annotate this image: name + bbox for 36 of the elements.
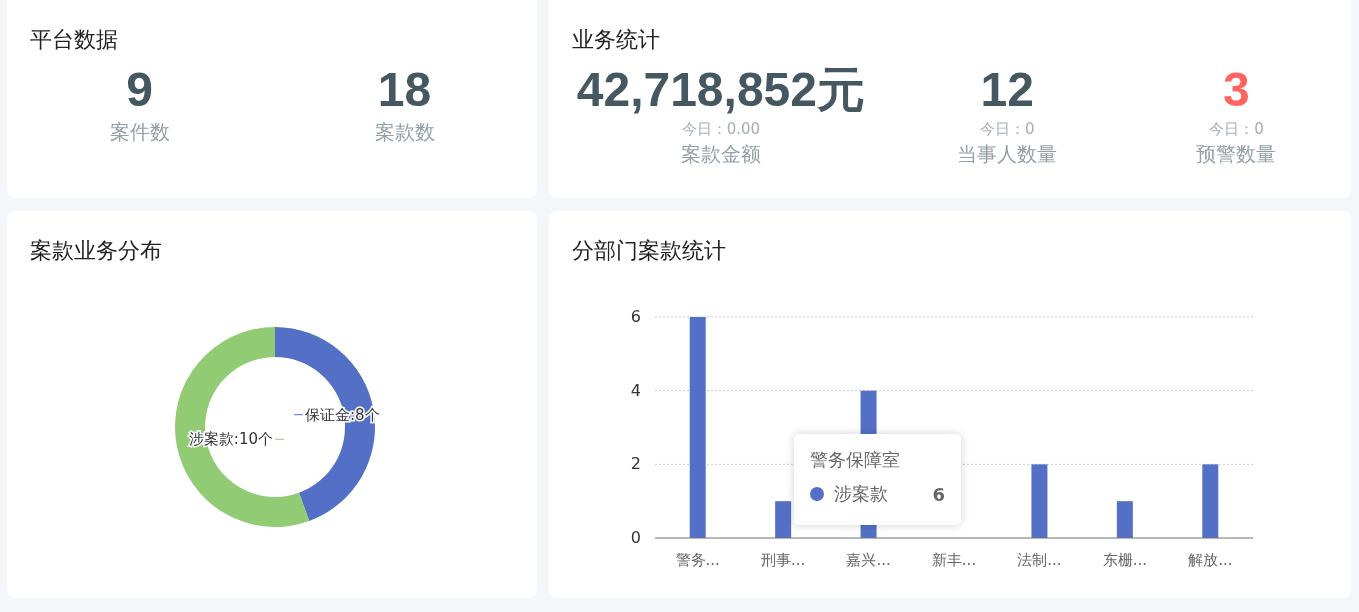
- stat-value: 9: [126, 62, 153, 118]
- stat-label: 当事人数量: [957, 141, 1058, 168]
- x-tick-label: 法制...: [1017, 551, 1062, 569]
- tooltip-value: 6: [932, 483, 945, 505]
- leader-line: [274, 438, 285, 440]
- x-tick-label: 解放...: [1188, 551, 1233, 569]
- x-tick-label: 刑事...: [761, 551, 806, 569]
- y-tick-label: 0: [630, 528, 641, 547]
- card-title: 业务统计: [571, 26, 661, 54]
- x-tick-label: 警务...: [675, 551, 720, 569]
- x-tick-label: 东栅...: [1102, 551, 1147, 569]
- today-value: 今日：0: [980, 119, 1035, 140]
- tooltip-series: 涉案款: [834, 482, 889, 506]
- y-tick-label: 4: [630, 380, 641, 400]
- y-tick-label: 6: [630, 307, 641, 326]
- stat-label: 案件数: [109, 119, 170, 146]
- stat-label: 预警数量: [1196, 141, 1277, 168]
- stat-value: 12: [980, 62, 1034, 118]
- x-tick-label: 嘉兴...: [846, 551, 891, 569]
- stat-label: 案款金额: [680, 141, 761, 168]
- card-title: 平台数据: [29, 26, 119, 54]
- y-tick-label: 2: [630, 454, 641, 474]
- card-title: 分部门案款统计: [571, 237, 727, 265]
- bar: [1116, 501, 1133, 538]
- card-title: 案款业务分布: [29, 237, 163, 265]
- series-dot-icon: [810, 487, 824, 501]
- bar: [775, 501, 792, 538]
- leader-line: [293, 414, 304, 416]
- stat-value: 3: [1223, 62, 1250, 118]
- stat-value: 42,718,852元: [576, 62, 865, 118]
- today-value: 今日：0: [1209, 119, 1264, 140]
- stat-label: 案款数: [374, 119, 435, 146]
- today-value: 今日：0.00: [681, 119, 761, 140]
- tooltip-title: 警务保障室: [810, 448, 901, 472]
- x-tick-label: 新丰...: [931, 551, 977, 569]
- stat-value: 18: [377, 62, 432, 118]
